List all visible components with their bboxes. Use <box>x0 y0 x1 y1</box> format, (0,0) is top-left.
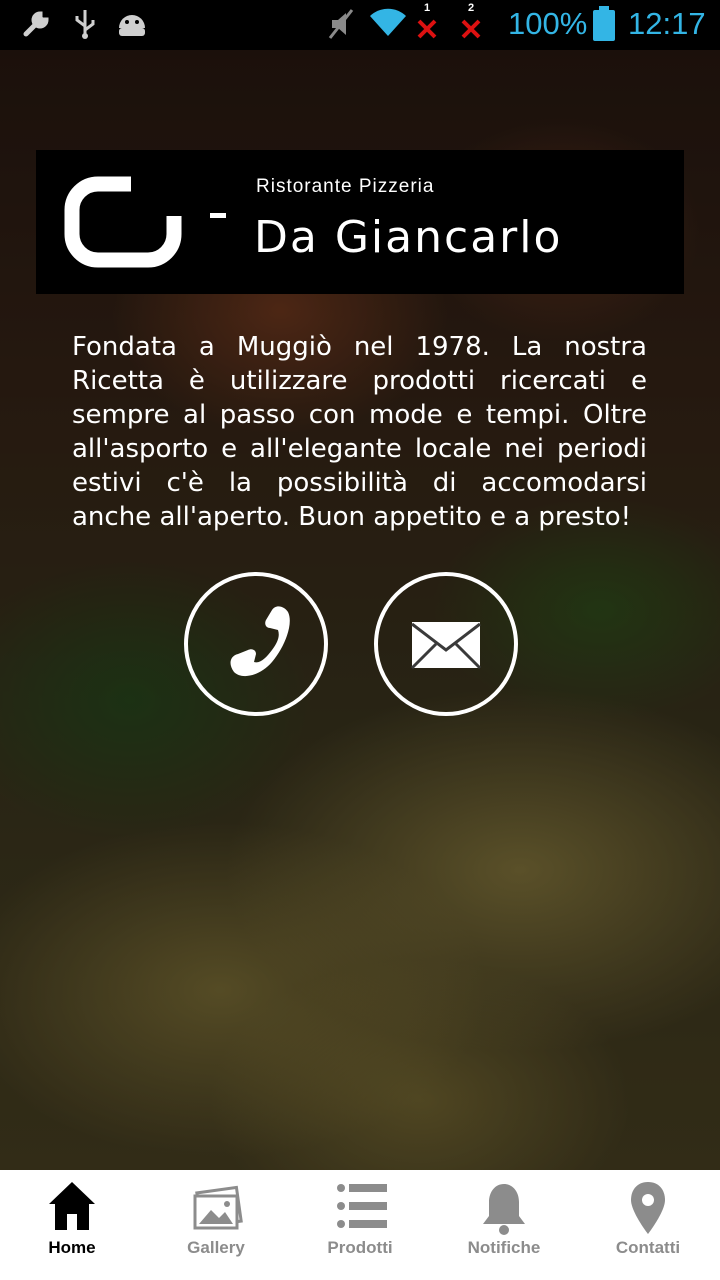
wifi-icon <box>368 6 408 42</box>
android-icon <box>116 8 148 42</box>
sim2-number: 2 <box>468 2 475 14</box>
tab-notifiche[interactable]: Notifiche <box>432 1170 576 1280</box>
home-icon <box>47 1180 97 1236</box>
tab-home-label: Home <box>48 1238 96 1257</box>
clock: 12:17 <box>628 6 706 41</box>
tab-prodotti-label: Prodotti <box>327 1238 393 1257</box>
logo-subtitle: Ristorante Pizzeria <box>256 176 435 197</box>
tab-gallery-label: Gallery <box>187 1238 245 1257</box>
bell-icon <box>479 1180 529 1240</box>
gallery-icon <box>191 1180 245 1236</box>
restaurant-description: Fondata a Muggiò nel 1978. La nostra Ric… <box>72 332 647 532</box>
sim1-number: 1 <box>424 2 431 14</box>
mail-icon <box>410 622 482 670</box>
battery-percent: 100% <box>508 6 588 41</box>
tab-notifiche-label: Notifiche <box>467 1238 541 1257</box>
no-signal-icon <box>416 18 438 44</box>
no-signal-icon <box>460 18 482 44</box>
usb-icon <box>72 8 98 44</box>
call-button[interactable] <box>184 572 328 716</box>
logo-brand-name: Da Giancarlo <box>254 212 563 263</box>
battery-icon <box>592 6 616 46</box>
tab-contatti[interactable]: Contatti <box>576 1170 720 1280</box>
tab-prodotti[interactable]: Prodotti <box>288 1170 432 1280</box>
wrench-icon <box>20 8 52 44</box>
mute-icon <box>326 8 356 44</box>
tab-gallery[interactable]: Gallery <box>144 1170 288 1280</box>
location-pin-icon <box>623 1180 673 1240</box>
tab-home[interactable]: Home <box>0 1170 144 1280</box>
phone-icon <box>230 606 290 677</box>
tab-contatti-label: Contatti <box>615 1238 681 1257</box>
list-icon <box>335 1180 389 1236</box>
email-button[interactable] <box>374 572 518 716</box>
status-bar: 1 2 100% 12:17 <box>0 0 720 50</box>
bottom-navigation: Home Gallery Prodotti Notifiche Contatti <box>0 1170 720 1280</box>
